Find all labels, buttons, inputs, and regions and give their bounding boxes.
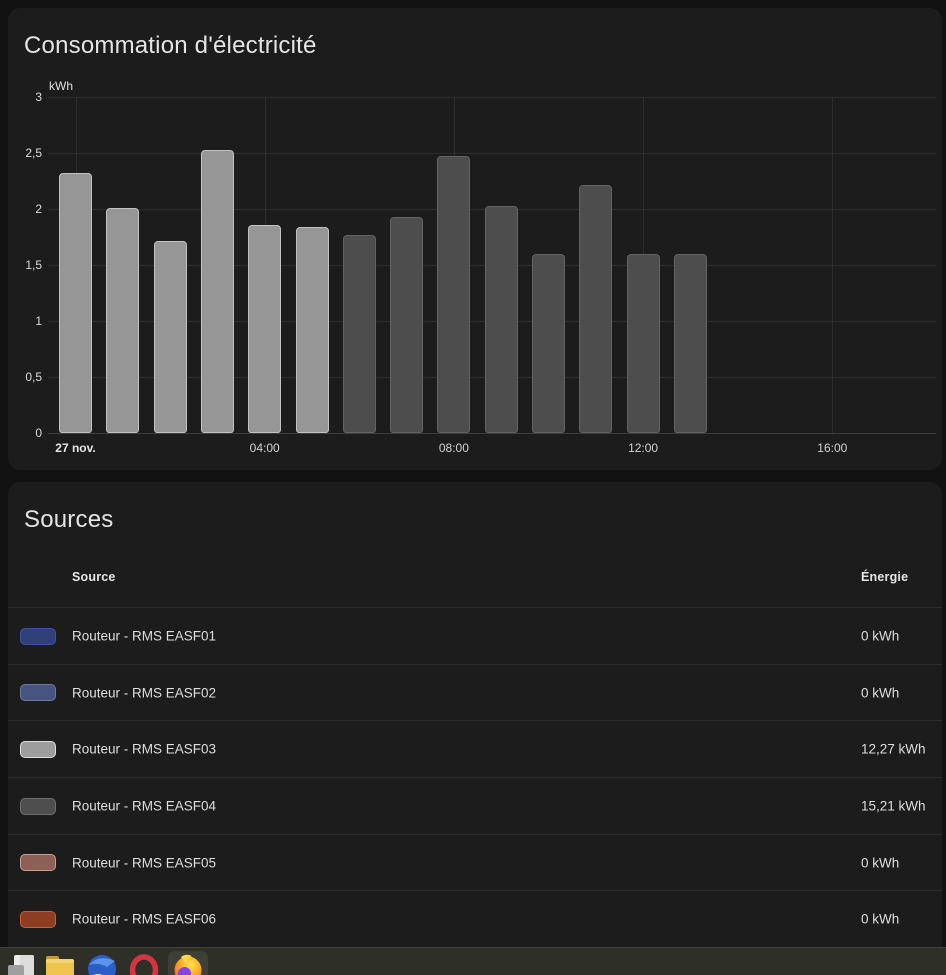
file-manager-icon[interactable] xyxy=(5,952,39,975)
x-axis-tick-label: 04:00 xyxy=(249,441,280,455)
y-axis-tick-label: 2,5 xyxy=(25,146,42,160)
source-name: Routeur - RMS EASF03 xyxy=(72,741,217,757)
source-energy-value: 0 kWh xyxy=(861,911,900,927)
consumption-bar[interactable] xyxy=(59,173,92,433)
source-row: Routeur - RMS EASF03 12,27 kWh xyxy=(8,721,942,779)
consumption-bar[interactable] xyxy=(295,227,329,433)
source-color-swatch xyxy=(20,740,56,758)
source-row: Routeur - RMS EASF05 0 kWh xyxy=(8,835,942,892)
gridline-horizontal xyxy=(48,97,936,98)
y-axis-unit-label: kWh xyxy=(49,79,73,93)
source-name: Routeur - RMS EASF04 xyxy=(72,798,217,814)
source-energy-value: 0 kWh xyxy=(861,685,900,701)
consumption-bar[interactable] xyxy=(248,225,282,433)
consumption-bar[interactable] xyxy=(200,150,234,433)
x-axis-tick-label: 12:00 xyxy=(628,441,659,455)
source-row: Routeur - RMS EASF06 0 kWh xyxy=(8,891,942,949)
consumption-bar[interactable] xyxy=(532,254,565,433)
x-axis-tick-label: 27 nov. xyxy=(55,441,96,455)
y-axis-tick-label: 1,5 xyxy=(25,258,42,272)
source-name: Routeur - RMS EASF05 xyxy=(72,855,217,871)
y-axis-tick-label: 0,5 xyxy=(25,370,42,384)
consumption-bar[interactable] xyxy=(437,156,471,433)
gridline-horizontal xyxy=(48,433,936,434)
source-row: Routeur - RMS EASF02 0 kWh xyxy=(8,665,942,722)
source-color-swatch xyxy=(20,627,56,645)
taskbar xyxy=(0,947,946,975)
y-axis-tick-label: 1 xyxy=(35,314,42,328)
consumption-bar[interactable] xyxy=(390,217,424,433)
gridline-horizontal xyxy=(48,153,936,154)
source-color-swatch xyxy=(20,684,56,702)
chart-title: Consommation d'électricité xyxy=(24,32,317,59)
sources-card: Sources Source Énergie Routeur - RMS EAS… xyxy=(8,482,942,975)
source-color-swatch xyxy=(20,797,56,815)
firefox-icon[interactable] xyxy=(172,952,206,975)
desktop: { "consumption_card": { "title": "Consom… xyxy=(0,0,946,975)
source-name: Routeur - RMS EASF01 xyxy=(72,628,217,644)
source-energy-value: 0 kWh xyxy=(861,855,900,871)
sources-table: Routeur - RMS EASF01 0 kWh Routeur - RMS E… xyxy=(8,607,942,949)
folder-icon[interactable] xyxy=(44,952,78,975)
electricity-consumption-card: Consommation d'électricité kWh 0 0,5 1 1,5 2… xyxy=(8,8,942,470)
consumption-bar[interactable] xyxy=(626,254,660,433)
column-header-energy: Énergie xyxy=(861,570,909,584)
x-axis-tick-label: 08:00 xyxy=(438,441,469,455)
source-row: Routeur - RMS EASF01 0 kWh xyxy=(8,608,942,665)
source-name: Routeur - RMS EASF06 xyxy=(72,911,217,927)
consumption-bar[interactable] xyxy=(673,254,707,433)
consumption-bar[interactable] xyxy=(106,208,140,433)
thunderbird-icon[interactable] xyxy=(86,952,120,975)
sources-title: Sources xyxy=(24,506,114,533)
consumption-bar[interactable] xyxy=(579,185,613,433)
consumption-bar[interactable] xyxy=(153,241,187,433)
gridline-vertical xyxy=(832,97,834,433)
source-energy-value: 15,21 kWh xyxy=(861,798,926,814)
source-energy-value: 0 kWh xyxy=(861,628,900,644)
y-axis-tick-label: 2 xyxy=(35,202,42,216)
source-color-swatch xyxy=(20,910,56,928)
source-row: Routeur - RMS EASF04 15,21 kWh xyxy=(8,778,942,835)
consumption-bar[interactable] xyxy=(484,206,518,433)
opera-icon[interactable] xyxy=(128,952,162,975)
x-axis-tick-label: 16:00 xyxy=(817,441,848,455)
y-axis-tick-label: 3 xyxy=(35,90,42,104)
y-axis-tick-label: 0 xyxy=(35,426,42,440)
consumption-bar[interactable] xyxy=(342,235,376,433)
column-header-source: Source xyxy=(72,570,116,584)
source-color-swatch xyxy=(20,854,56,872)
source-energy-value: 12,27 kWh xyxy=(861,741,926,757)
source-name: Routeur - RMS EASF02 xyxy=(72,685,217,701)
